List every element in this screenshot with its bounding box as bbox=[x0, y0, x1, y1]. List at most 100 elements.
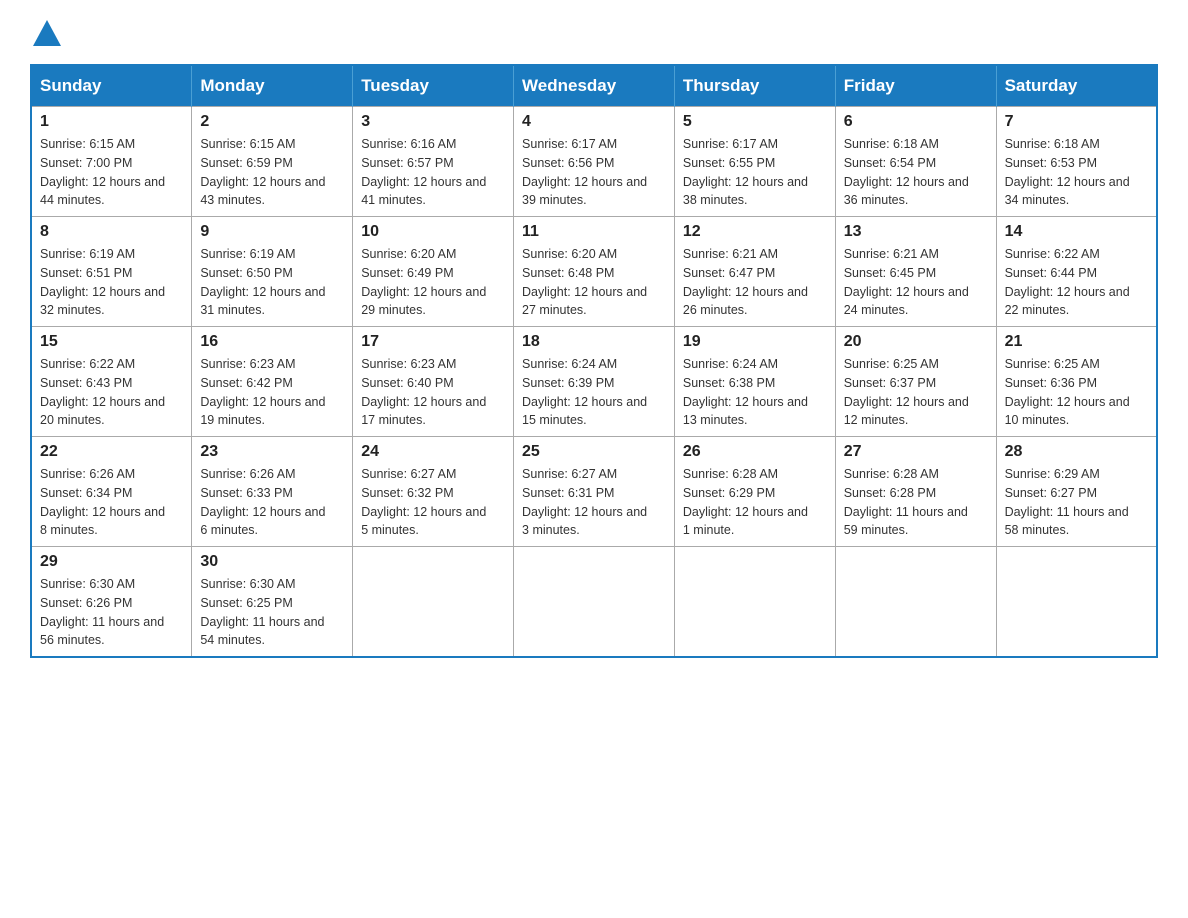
day-number: 7 bbox=[1005, 113, 1148, 131]
day-number: 11 bbox=[522, 223, 666, 241]
calendar-week-3: 15 Sunrise: 6:22 AMSunset: 6:43 PMDayligh… bbox=[31, 327, 1157, 437]
day-number: 3 bbox=[361, 113, 505, 131]
day-number: 25 bbox=[522, 443, 666, 461]
day-info: Sunrise: 6:27 AMSunset: 6:32 PMDaylight:… bbox=[361, 465, 505, 540]
calendar-cell: 5Sunrise: 6:17 AMSunset: 6:55 PMDaylight… bbox=[674, 107, 835, 217]
logo bbox=[30, 20, 61, 44]
day-number: 18 bbox=[522, 333, 666, 351]
calendar-cell: 14 Sunrise: 6:22 AMSunset: 6:44 PMDayligh… bbox=[996, 217, 1157, 327]
day-number: 12 bbox=[683, 223, 827, 241]
day-info: Sunrise: 6:22 AMSunset: 6:44 PMDaylight:… bbox=[1005, 245, 1148, 320]
day-info: Sunrise: 6:16 AMSunset: 6:57 PMDaylight:… bbox=[361, 135, 505, 210]
calendar-cell: 11 Sunrise: 6:20 AMSunset: 6:48 PMDayligh… bbox=[514, 217, 675, 327]
logo-arrow-icon bbox=[33, 20, 61, 46]
weekday-header-sunday: Sunday bbox=[31, 65, 192, 107]
day-number: 29 bbox=[40, 553, 183, 571]
weekday-header-wednesday: Wednesday bbox=[514, 65, 675, 107]
day-info: Sunrise: 6:28 AMSunset: 6:29 PMDaylight:… bbox=[683, 465, 827, 540]
day-info: Sunrise: 6:25 AMSunset: 6:37 PMDaylight:… bbox=[844, 355, 988, 430]
calendar-week-5: 29 Sunrise: 6:30 AMSunset: 6:26 PMDayligh… bbox=[31, 547, 1157, 658]
calendar-cell: 22 Sunrise: 6:26 AMSunset: 6:34 PMDayligh… bbox=[31, 437, 192, 547]
calendar-cell: 10Sunrise: 6:20 AMSunset: 6:49 PMDayligh… bbox=[353, 217, 514, 327]
day-info: Sunrise: 6:26 AMSunset: 6:33 PMDaylight:… bbox=[200, 465, 344, 540]
calendar-cell: 25Sunrise: 6:27 AMSunset: 6:31 PMDayligh… bbox=[514, 437, 675, 547]
day-number: 28 bbox=[1005, 443, 1148, 461]
day-info: Sunrise: 6:26 AMSunset: 6:34 PMDaylight:… bbox=[40, 465, 183, 540]
day-number: 30 bbox=[200, 553, 344, 571]
day-number: 22 bbox=[40, 443, 183, 461]
day-info: Sunrise: 6:28 AMSunset: 6:28 PMDaylight:… bbox=[844, 465, 988, 540]
weekday-header-monday: Monday bbox=[192, 65, 353, 107]
day-number: 9 bbox=[200, 223, 344, 241]
calendar-cell: 15 Sunrise: 6:22 AMSunset: 6:43 PMDayligh… bbox=[31, 327, 192, 437]
day-info: Sunrise: 6:30 AMSunset: 6:25 PMDaylight:… bbox=[200, 575, 344, 650]
calendar-table: SundayMondayTuesdayWednesdayThursdayFrid… bbox=[30, 64, 1158, 658]
calendar-cell bbox=[996, 547, 1157, 658]
day-info: Sunrise: 6:15 AMSunset: 7:00 PMDaylight:… bbox=[40, 135, 183, 210]
calendar-cell: 9 Sunrise: 6:19 AMSunset: 6:50 PMDaylight… bbox=[192, 217, 353, 327]
calendar-cell: 16 Sunrise: 6:23 AMSunset: 6:42 PMDayligh… bbox=[192, 327, 353, 437]
day-info: Sunrise: 6:23 AMSunset: 6:40 PMDaylight:… bbox=[361, 355, 505, 430]
calendar-cell bbox=[835, 547, 996, 658]
calendar-cell: 27 Sunrise: 6:28 AMSunset: 6:28 PMDayligh… bbox=[835, 437, 996, 547]
day-number: 23 bbox=[200, 443, 344, 461]
calendar-cell: 23 Sunrise: 6:26 AMSunset: 6:33 PMDayligh… bbox=[192, 437, 353, 547]
calendar-cell: 4Sunrise: 6:17 AMSunset: 6:56 PMDaylight… bbox=[514, 107, 675, 217]
calendar-cell: 24 Sunrise: 6:27 AMSunset: 6:32 PMDayligh… bbox=[353, 437, 514, 547]
day-info: Sunrise: 6:18 AMSunset: 6:54 PMDaylight:… bbox=[844, 135, 988, 210]
day-info: Sunrise: 6:25 AMSunset: 6:36 PMDaylight:… bbox=[1005, 355, 1148, 430]
calendar-cell: 30 Sunrise: 6:30 AMSunset: 6:25 PMDayligh… bbox=[192, 547, 353, 658]
day-info: Sunrise: 6:20 AMSunset: 6:48 PMDaylight:… bbox=[522, 245, 666, 320]
calendar-cell: 7 Sunrise: 6:18 AMSunset: 6:53 PMDaylight… bbox=[996, 107, 1157, 217]
calendar-cell bbox=[674, 547, 835, 658]
calendar-cell: 20 Sunrise: 6:25 AMSunset: 6:37 PMDayligh… bbox=[835, 327, 996, 437]
calendar-cell: 13 Sunrise: 6:21 AMSunset: 6:45 PMDayligh… bbox=[835, 217, 996, 327]
weekday-header-friday: Friday bbox=[835, 65, 996, 107]
calendar-cell: 28Sunrise: 6:29 AMSunset: 6:27 PMDayligh… bbox=[996, 437, 1157, 547]
day-number: 5 bbox=[683, 113, 827, 131]
day-info: Sunrise: 6:24 AMSunset: 6:39 PMDaylight:… bbox=[522, 355, 666, 430]
day-number: 20 bbox=[844, 333, 988, 351]
day-number: 24 bbox=[361, 443, 505, 461]
day-info: Sunrise: 6:19 AMSunset: 6:51 PMDaylight:… bbox=[40, 245, 183, 320]
calendar-week-4: 22 Sunrise: 6:26 AMSunset: 6:34 PMDayligh… bbox=[31, 437, 1157, 547]
calendar-cell: 3 Sunrise: 6:16 AMSunset: 6:57 PMDaylight… bbox=[353, 107, 514, 217]
calendar-cell bbox=[514, 547, 675, 658]
day-number: 1 bbox=[40, 113, 183, 131]
weekday-header-thursday: Thursday bbox=[674, 65, 835, 107]
day-number: 13 bbox=[844, 223, 988, 241]
day-number: 19 bbox=[683, 333, 827, 351]
day-number: 21 bbox=[1005, 333, 1148, 351]
day-info: Sunrise: 6:15 AMSunset: 6:59 PMDaylight:… bbox=[200, 135, 344, 210]
day-info: Sunrise: 6:19 AMSunset: 6:50 PMDaylight:… bbox=[200, 245, 344, 320]
calendar-week-1: 1 Sunrise: 6:15 AMSunset: 7:00 PMDaylight… bbox=[31, 107, 1157, 217]
calendar-cell: 29 Sunrise: 6:30 AMSunset: 6:26 PMDayligh… bbox=[31, 547, 192, 658]
day-number: 14 bbox=[1005, 223, 1148, 241]
day-number: 17 bbox=[361, 333, 505, 351]
day-number: 4 bbox=[522, 113, 666, 131]
weekday-header-tuesday: Tuesday bbox=[353, 65, 514, 107]
day-info: Sunrise: 6:21 AMSunset: 6:47 PMDaylight:… bbox=[683, 245, 827, 320]
calendar-cell: 19Sunrise: 6:24 AMSunset: 6:38 PMDayligh… bbox=[674, 327, 835, 437]
day-info: Sunrise: 6:30 AMSunset: 6:26 PMDaylight:… bbox=[40, 575, 183, 650]
calendar-cell: 12 Sunrise: 6:21 AMSunset: 6:47 PMDayligh… bbox=[674, 217, 835, 327]
day-number: 6 bbox=[844, 113, 988, 131]
day-info: Sunrise: 6:22 AMSunset: 6:43 PMDaylight:… bbox=[40, 355, 183, 430]
day-info: Sunrise: 6:23 AMSunset: 6:42 PMDaylight:… bbox=[200, 355, 344, 430]
calendar-cell: 1 Sunrise: 6:15 AMSunset: 7:00 PMDaylight… bbox=[31, 107, 192, 217]
day-info: Sunrise: 6:18 AMSunset: 6:53 PMDaylight:… bbox=[1005, 135, 1148, 210]
calendar-cell bbox=[353, 547, 514, 658]
day-info: Sunrise: 6:20 AMSunset: 6:49 PMDaylight:… bbox=[361, 245, 505, 320]
day-number: 27 bbox=[844, 443, 988, 461]
day-number: 26 bbox=[683, 443, 827, 461]
header bbox=[30, 20, 1158, 44]
day-number: 2 bbox=[200, 113, 344, 131]
day-info: Sunrise: 6:21 AMSunset: 6:45 PMDaylight:… bbox=[844, 245, 988, 320]
day-number: 16 bbox=[200, 333, 344, 351]
calendar-week-2: 8Sunrise: 6:19 AMSunset: 6:51 PMDaylight… bbox=[31, 217, 1157, 327]
calendar-cell: 26 Sunrise: 6:28 AMSunset: 6:29 PMDayligh… bbox=[674, 437, 835, 547]
day-number: 15 bbox=[40, 333, 183, 351]
calendar-cell: 2 Sunrise: 6:15 AMSunset: 6:59 PMDaylight… bbox=[192, 107, 353, 217]
weekday-header-saturday: Saturday bbox=[996, 65, 1157, 107]
calendar-cell: 8Sunrise: 6:19 AMSunset: 6:51 PMDaylight… bbox=[31, 217, 192, 327]
